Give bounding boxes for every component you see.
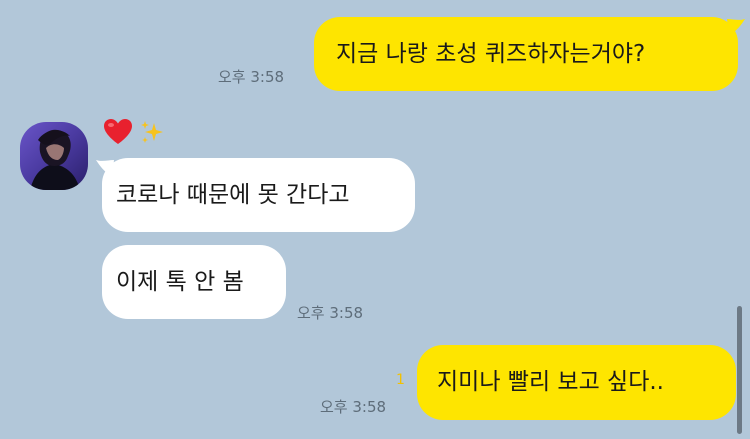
outgoing-message-bubble[interactable]: 지미나 빨리 보고 싶다..: [417, 345, 736, 420]
heart-icon: [104, 119, 132, 144]
unread-count-badge: 1: [396, 372, 405, 388]
profile-photo: [20, 122, 88, 190]
message-timestamp: 오후 3:58: [297, 304, 364, 322]
sparkles-icon: [141, 121, 163, 143]
chat-room[interactable]: 지금 나랑 초성 퀴즈하자는거야? 오후 3:58 코로나 때문에 못 간다고 …: [0, 0, 750, 439]
bubble-tail: [96, 160, 114, 176]
outgoing-message-bubble[interactable]: 지금 나랑 초성 퀴즈하자는거야?: [314, 17, 738, 91]
message-reaction[interactable]: [103, 118, 165, 146]
incoming-message-bubble[interactable]: 코로나 때문에 못 간다고: [102, 158, 415, 232]
message-text: 지미나 빨리 보고 싶다..: [437, 369, 664, 395]
bubble-tail: [727, 19, 745, 35]
message-text: 지금 나랑 초성 퀴즈하자는거야?: [336, 40, 646, 67]
incoming-message-bubble[interactable]: 이제 톡 안 봄: [102, 245, 286, 319]
avatar[interactable]: [20, 122, 88, 190]
message-timestamp: 오후 3:58: [320, 398, 387, 416]
message-text: 코로나 때문에 못 간다고: [116, 181, 350, 208]
message-timestamp: 오후 3:58: [218, 68, 285, 86]
message-text: 이제 톡 안 봄: [116, 268, 244, 295]
scrollbar-thumb[interactable]: [737, 306, 742, 434]
